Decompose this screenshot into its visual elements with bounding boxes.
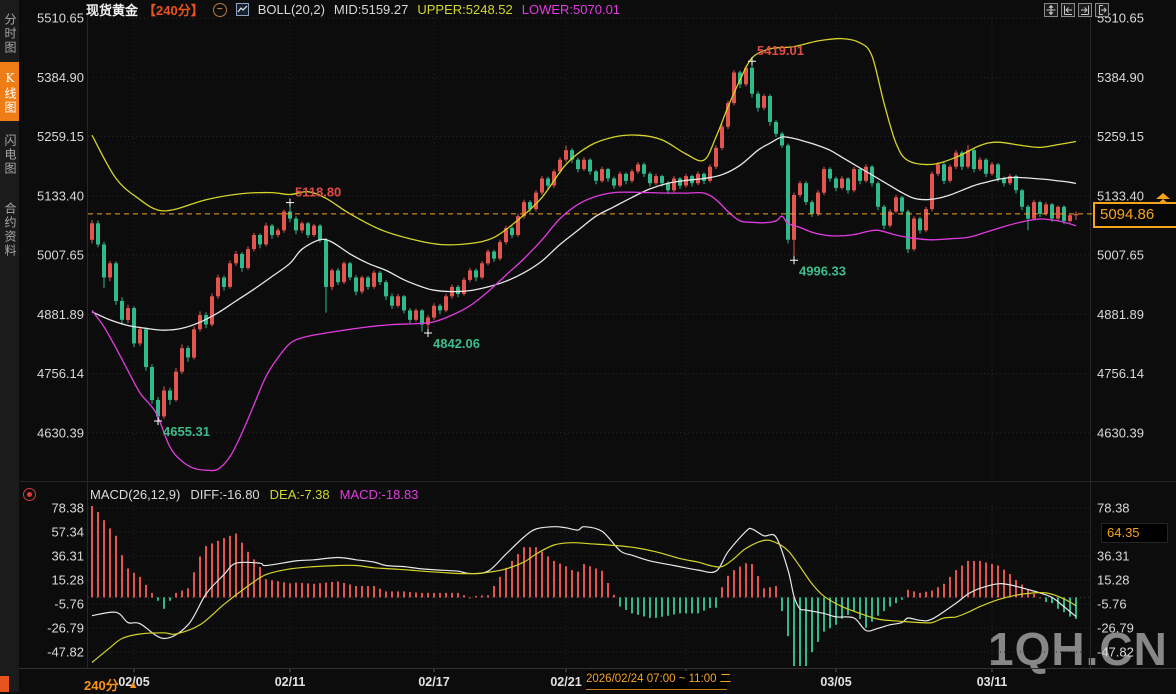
last-price-marker: 5094.86 [1093, 202, 1176, 228]
svg-text:5007.65: 5007.65 [1097, 248, 1144, 263]
alert-dot-icon[interactable] [23, 488, 36, 501]
period-selector-label: 240分 [84, 675, 119, 694]
period-up-arrow-icon: ▲ [128, 679, 139, 691]
annotation-label: 5118.80 [295, 185, 341, 200]
current-bar-date: 2026/02/24 07:00 ~ 11:00 二 [586, 671, 727, 690]
symbol-name: 现货黄金 [86, 0, 138, 19]
svg-text:5384.90: 5384.90 [1097, 70, 1144, 85]
indicator-thumb-icon[interactable] [236, 3, 249, 16]
svg-text:5133.40: 5133.40 [37, 188, 84, 203]
svg-text:5510.65: 5510.65 [37, 11, 84, 26]
period-selector[interactable]: 240分 ▲ [84, 675, 139, 694]
svg-text:4630.39: 4630.39 [37, 425, 84, 440]
svg-text:03/05: 03/05 [820, 675, 851, 689]
boll-mid-value: MID:5159.27 [334, 2, 408, 17]
sidebar-item-lightning[interactable]: 闪电图 [0, 124, 19, 183]
annotation-label: 4842.06 [433, 336, 480, 351]
svg-text:78.38: 78.38 [51, 501, 84, 516]
candles [90, 61, 1078, 421]
svg-text:5259.15: 5259.15 [1097, 129, 1144, 144]
svg-text:36.31: 36.31 [51, 549, 84, 564]
sidebar-item-kline[interactable]: K线图 [0, 62, 19, 121]
indicator-name: BOLL(20,2) [258, 2, 325, 17]
chart-header: 现货黄金 【240分】 − BOLL(20,2) MID:5159.27 UPP… [86, 2, 620, 17]
svg-text:5259.15: 5259.15 [37, 129, 84, 144]
price-axis-labels: 5510.655510.655384.905384.905259.155259.… [37, 11, 1144, 660]
svg-text:78.38: 78.38 [1097, 501, 1130, 516]
svg-text:4881.89: 4881.89 [1097, 307, 1144, 322]
svg-text:4756.14: 4756.14 [1097, 366, 1144, 381]
svg-text:-5.76: -5.76 [54, 597, 84, 612]
svg-text:4630.39: 4630.39 [1097, 425, 1144, 440]
svg-text:5384.90: 5384.90 [37, 70, 84, 85]
annotation-label: 4996.33 [799, 263, 846, 278]
macd-indicator-name: MACD(26,12,9) [90, 487, 180, 502]
pan-out-icon[interactable] [1095, 3, 1109, 17]
sidebar-item-timeshare[interactable]: 分时图 [0, 4, 19, 61]
pan-right-icon[interactable] [1078, 3, 1092, 17]
svg-text:4756.14: 4756.14 [37, 366, 84, 381]
svg-text:-47.82: -47.82 [1097, 645, 1134, 660]
chart-toolbar [1044, 3, 1109, 17]
boll-lower-value: LOWER:5070.01 [522, 2, 620, 17]
svg-text:03/11: 03/11 [977, 675, 1008, 689]
svg-text:02/17: 02/17 [418, 675, 449, 689]
svg-text:36.31: 36.31 [1097, 549, 1130, 564]
svg-text:-26.79: -26.79 [1097, 621, 1134, 636]
macd-value-marker: 64.35 [1101, 523, 1168, 543]
macd-histogram [91, 506, 1077, 666]
sidebar: 分时图 K线图 闪电图 合约资料 [0, 0, 19, 692]
gridlines [0, 14, 1176, 672]
date-axis-labels: 02/0502/1102/1702/2103/0503/11 [118, 675, 1007, 689]
svg-text:02/21: 02/21 [550, 675, 581, 689]
svg-text:-5.76: -5.76 [1097, 597, 1127, 612]
svg-text:15.28: 15.28 [1097, 573, 1130, 588]
svg-text:-26.79: -26.79 [47, 621, 84, 636]
collapse-icon[interactable]: − [213, 3, 227, 17]
svg-text:15.28: 15.28 [51, 573, 84, 588]
macd-header: MACD(26,12,9) DIFF:-16.80 DEA:-7.38 MACD… [90, 487, 418, 502]
macd-diff-value: DIFF:-16.80 [190, 487, 259, 502]
corner-flag [0, 676, 9, 692]
period-label: 【240分】 [143, 0, 204, 19]
kline-chart-canvas[interactable]: 5419.01 5118.80 4996.33 4842.06 4655.31 5510.… [0, 0, 1176, 692]
svg-text:5133.40: 5133.40 [1097, 188, 1144, 203]
move-icon[interactable] [1044, 3, 1058, 17]
svg-text:5007.65: 5007.65 [37, 248, 84, 263]
annotation-label: 4655.31 [163, 424, 210, 439]
macd-macd-value: MACD:-18.83 [340, 487, 419, 502]
svg-text:-47.82: -47.82 [47, 645, 84, 660]
sidebar-item-contract-info[interactable]: 合约资料 [0, 188, 19, 269]
svg-text:57.34: 57.34 [51, 525, 84, 540]
macd-dea-value: DEA:-7.38 [270, 487, 330, 502]
annotation-label: 5419.01 [757, 43, 804, 58]
pan-left-icon[interactable] [1061, 3, 1075, 17]
boll-upper-value: UPPER:5248.52 [417, 2, 512, 17]
svg-text:4881.89: 4881.89 [37, 307, 84, 322]
svg-text:02/11: 02/11 [275, 675, 306, 689]
